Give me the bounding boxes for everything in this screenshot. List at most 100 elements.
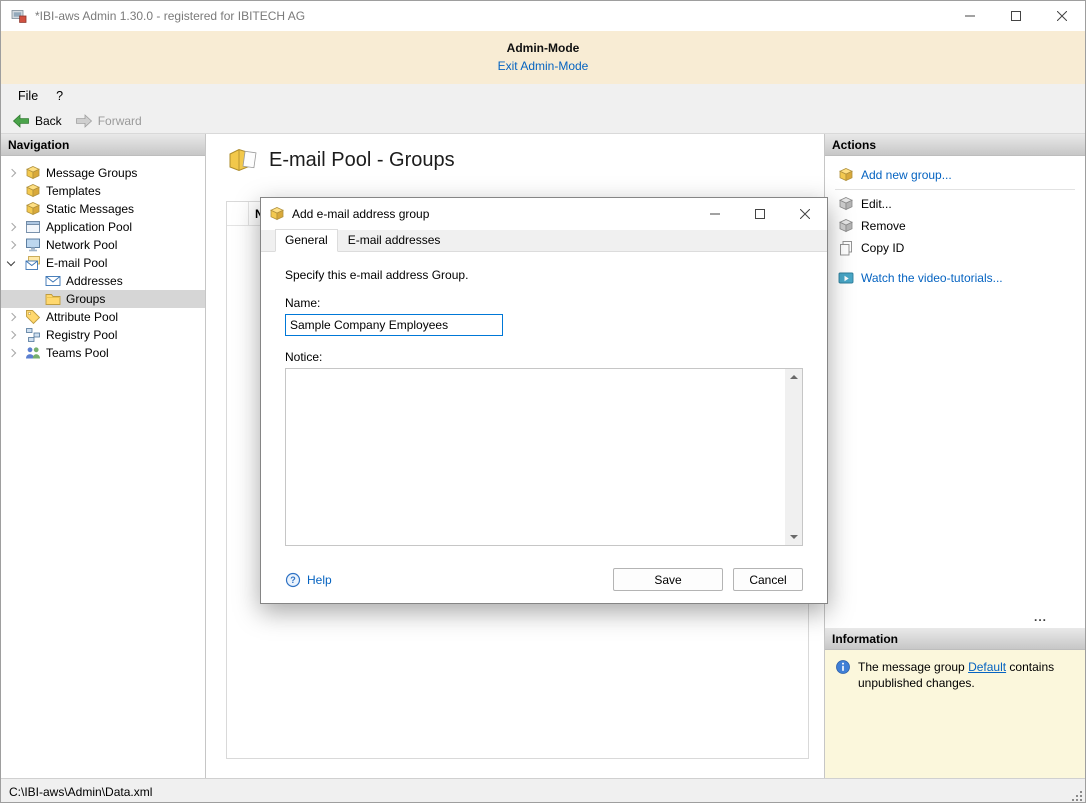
nav-item-templates[interactable]: Templates: [1, 182, 205, 200]
menu-file[interactable]: File: [9, 86, 47, 106]
chevron-right-icon[interactable]: [5, 166, 19, 180]
right-panel-fill: [825, 289, 1085, 613]
nav-item-groups[interactable]: Groups: [1, 290, 205, 308]
back-button[interactable]: Back: [7, 112, 70, 130]
action-edit[interactable]: Edit...: [825, 193, 1085, 215]
chevron-right-icon[interactable]: [5, 220, 19, 234]
forward-label: Forward: [98, 114, 142, 128]
scroll-up-icon[interactable]: [785, 369, 802, 386]
notice-textarea[interactable]: [286, 369, 785, 545]
email-pool-icon: [25, 255, 41, 271]
copy-icon: [838, 240, 854, 256]
chevron-spacer: [5, 184, 19, 198]
dialog-maximize-button[interactable]: [737, 198, 782, 230]
chevron-right-icon[interactable]: [5, 238, 19, 252]
nav-item-registry-pool[interactable]: Registry Pool: [1, 326, 205, 344]
chevron-spacer: [25, 292, 39, 306]
page-title: E-mail Pool - Groups: [269, 149, 455, 172]
spacer: [825, 259, 1085, 267]
window-title: *IBI-aws Admin 1.30.0 - registered for I…: [35, 9, 305, 23]
remove-icon: [838, 218, 854, 234]
tab-general[interactable]: General: [275, 229, 338, 252]
nav-item-application-pool[interactable]: Application Pool: [1, 218, 205, 236]
nav-item-label: Message Groups: [46, 166, 137, 180]
cancel-button[interactable]: Cancel: [733, 568, 803, 591]
action-add-new-group[interactable]: Add new group...: [825, 164, 1085, 186]
menubar: File ?: [1, 84, 1085, 108]
nav-item-label: Groups: [66, 292, 105, 306]
navigation-tree: Message Groups Templates Static Messages…: [1, 156, 205, 362]
chevron-right-icon[interactable]: [5, 328, 19, 342]
nav-item-teams-pool[interactable]: Teams Pool: [1, 344, 205, 362]
dialog-window-controls: [692, 198, 827, 230]
navigation-header: Navigation: [1, 134, 205, 156]
action-copy-id[interactable]: Copy ID: [825, 237, 1085, 259]
forward-arrow-icon: [75, 114, 93, 128]
minimize-button[interactable]: [947, 1, 993, 31]
back-arrow-icon: [12, 114, 30, 128]
email-groups-folder-icon: [228, 147, 258, 173]
dialog-title: Add e-mail address group: [292, 207, 429, 221]
action-watch-tutorials[interactable]: Watch the video-tutorials...: [825, 267, 1085, 289]
statusbar-path: C:\IBI-aws\Admin\Data.xml: [9, 785, 152, 799]
default-group-link[interactable]: Default: [968, 660, 1006, 674]
network-pool-icon: [25, 237, 41, 253]
nav-item-message-groups[interactable]: Message Groups: [1, 164, 205, 182]
nav-item-static-messages[interactable]: Static Messages: [1, 200, 205, 218]
right-panel: Actions Add new group... Edit... Remove: [824, 134, 1085, 778]
scrollbar[interactable]: [785, 369, 802, 545]
save-button[interactable]: Save: [613, 568, 723, 591]
dialog-tabstrip: General E-mail addresses: [261, 230, 827, 252]
nav-item-label: Addresses: [66, 274, 123, 288]
admin-mode-title: Admin-Mode: [1, 41, 1085, 55]
chevron-spacer: [25, 274, 39, 288]
action-remove[interactable]: Remove: [825, 215, 1085, 237]
nav-item-network-pool[interactable]: Network Pool: [1, 236, 205, 254]
scroll-down-icon[interactable]: [785, 528, 802, 545]
nav-item-label: Registry Pool: [46, 328, 117, 342]
registry-pool-icon: [25, 327, 41, 343]
information-header: Information: [825, 628, 1085, 650]
help-link[interactable]: Help: [285, 572, 332, 588]
app-window: *IBI-aws Admin 1.30.0 - registered for I…: [0, 0, 1086, 803]
page-heading: E-mail Pool - Groups: [228, 147, 455, 173]
maximize-button[interactable]: [993, 1, 1039, 31]
static-messages-icon: [25, 201, 41, 217]
dialog-footer: Help Save Cancel: [285, 568, 803, 603]
action-label: Copy ID: [861, 241, 904, 255]
name-label: Name:: [285, 296, 803, 310]
nav-item-attribute-pool[interactable]: Attribute Pool: [1, 308, 205, 326]
menu-help[interactable]: ?: [47, 86, 72, 106]
dialog-description: Specify this e-mail address Group.: [285, 268, 803, 282]
nav-item-label: Teams Pool: [46, 346, 109, 360]
video-tutorials-icon: [838, 270, 854, 286]
resize-grip[interactable]: [1070, 789, 1082, 801]
forward-button[interactable]: Forward: [70, 112, 150, 130]
dialog-body: Specify this e-mail address Group. Name:…: [261, 252, 827, 603]
information-text: The message group Default contains unpub…: [858, 659, 1075, 769]
addresses-icon: [45, 273, 61, 289]
chevron-right-icon[interactable]: [5, 346, 19, 360]
actions-header: Actions: [825, 134, 1085, 156]
chevron-right-icon[interactable]: [5, 310, 19, 324]
footer-buttons: Save Cancel: [613, 568, 803, 591]
nav-item-addresses[interactable]: Addresses: [1, 272, 205, 290]
dialog-close-button[interactable]: [782, 198, 827, 230]
exit-admin-mode-link[interactable]: Exit Admin-Mode: [1, 59, 1085, 73]
nav-item-email-pool[interactable]: E-mail Pool: [1, 254, 205, 272]
nav-item-label: Templates: [46, 184, 101, 198]
teams-pool-icon: [25, 345, 41, 361]
statusbar: C:\IBI-aws\Admin\Data.xml: [1, 778, 1085, 803]
name-input[interactable]: [285, 314, 503, 336]
dialog-minimize-button[interactable]: [692, 198, 737, 230]
nav-item-label: Static Messages: [46, 202, 134, 216]
notice-field-frame: [285, 368, 803, 546]
action-label: Watch the video-tutorials...: [861, 271, 1003, 285]
tab-email-addresses[interactable]: E-mail addresses: [338, 229, 451, 252]
close-button[interactable]: [1039, 1, 1085, 31]
chevron-down-icon[interactable]: [5, 256, 19, 270]
nav-item-label: Attribute Pool: [46, 310, 118, 324]
selection-column: [227, 202, 249, 225]
dialog-titlebar: Add e-mail address group: [261, 198, 827, 230]
splitter-handle[interactable]: ...: [825, 613, 1085, 628]
